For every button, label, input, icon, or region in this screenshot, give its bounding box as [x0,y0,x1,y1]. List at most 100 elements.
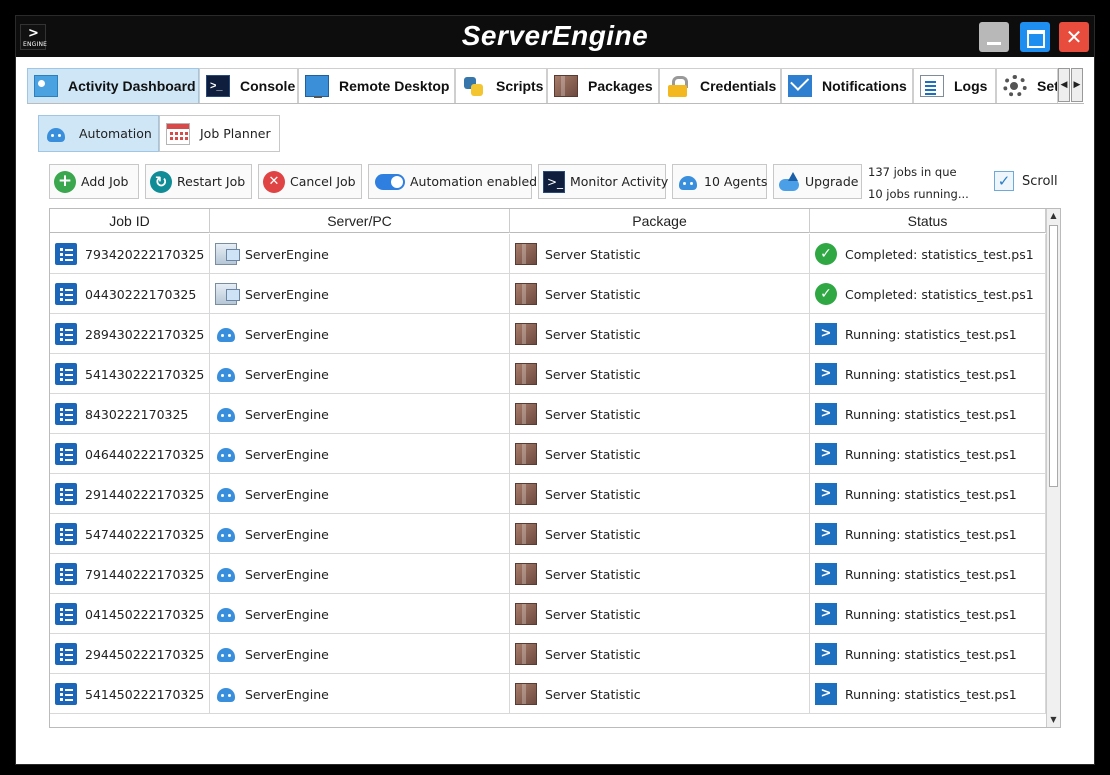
cell-job-id: 291440222170325 [50,474,210,514]
scroll-checkbox[interactable]: ✓ [994,171,1014,191]
minimize-button[interactable] [979,22,1009,52]
cell-package: Server Statistic [510,434,810,474]
package-text: Server Statistic [545,246,641,262]
cell-job-id: 294450222170325 [50,634,210,674]
table-row[interactable]: 291440222170325 ServerEngine Server Statis… [50,474,1046,514]
tab-logs[interactable]: Logs [913,68,996,103]
package-icon [515,323,537,345]
job-id-text: 041450222170325 [85,606,205,622]
tab-credentials[interactable]: Credentials [659,68,781,103]
cell-server: ServerEngine [210,394,510,434]
table-row[interactable]: 791440222170325 ServerEngine Server Statis… [50,554,1046,594]
tab-label: Console [240,78,296,94]
job-list-icon [55,523,77,545]
cell-package: Server Statistic [510,394,810,434]
jobs-queued-status: 137 jobs in que [868,165,957,179]
job-list-icon [55,683,77,705]
agents-button[interactable]: 10 Agents [672,164,767,199]
tab-label: Remote Desktop [339,78,450,94]
cell-status: > Running: statistics_test.ps1 [810,354,1046,394]
scroll-down-arrow-icon[interactable]: ▼ [1047,713,1060,727]
add-job-button[interactable]: + Add Job [49,164,139,199]
package-icon [515,283,537,305]
restart-job-button[interactable]: ↻ Restart Job [145,164,252,199]
robot-icon [215,643,237,665]
cell-job-id: 04430222170325 [50,274,210,314]
scrollbar-thumb[interactable] [1049,225,1058,487]
maximize-button[interactable] [1020,22,1050,52]
tab-remote-desktop[interactable]: Remote Desktop [298,68,455,103]
check-icon: ✓ [815,243,837,265]
server-text: ServerEngine [245,366,329,382]
cell-status: ✓ Completed: statistics_test.ps1 [810,274,1046,314]
cell-status: > Running: statistics_test.ps1 [810,674,1046,714]
monitor-activity-button[interactable]: >_ Monitor Activity [538,164,669,199]
monitor-icon: >_ [543,170,565,193]
robot-icon [45,123,71,145]
server-text: ServerEngine [245,286,329,302]
package-icon [515,363,537,385]
cell-server: ServerEngine [210,594,510,634]
server-icon [215,283,240,305]
server-text: ServerEngine [245,686,329,702]
column-header-server[interactable]: Server/PC [210,209,510,233]
table-row[interactable]: 541450222170325 ServerEngine Server Statis… [50,674,1046,714]
logs-icon [920,75,944,97]
column-header-job-id[interactable]: Job ID [50,209,210,233]
job-id-text: 8430222170325 [85,406,189,422]
job-id-text: 04430222170325 [85,286,197,302]
tab-activity-dashboard[interactable]: Activity Dashboard [27,68,199,103]
table-row[interactable]: 294450222170325 ServerEngine Server Statis… [50,634,1046,674]
cell-job-id: 289430222170325 [50,314,210,354]
cell-job-id: 547440222170325 [50,514,210,554]
monitor-activity-label: Monitor Activity [570,174,669,189]
status-text: Completed: statistics_test.ps1 [845,246,1034,262]
column-header-package[interactable]: Package [510,209,810,233]
cell-server: ServerEngine [210,314,510,354]
table-row[interactable]: 793420222170325 ServerEngine Server Statis… [50,234,1046,274]
tab-notifications[interactable]: Notifications [781,68,913,103]
status-text: Running: statistics_test.ps1 [845,446,1017,462]
cell-job-id: 541430222170325 [50,354,210,394]
tab-scroll-left-button[interactable]: ◀ [1058,68,1070,102]
upgrade-button[interactable]: Upgrade [773,164,862,199]
job-list-icon [55,243,77,265]
grid-scrollbar[interactable]: ▲ ▼ [1046,209,1060,727]
package-text: Server Statistic [545,606,641,622]
tab-scroll-right-button[interactable]: ▶ [1071,68,1083,102]
table-row[interactable]: 041450222170325 ServerEngine Server Statis… [50,594,1046,634]
package-text: Server Statistic [545,406,641,422]
cell-job-id: 046440222170325 [50,434,210,474]
check-icon: ✓ [815,283,837,305]
column-header-status[interactable]: Status [810,209,1046,233]
tab-console[interactable]: >_ Console [199,68,298,103]
subtab-job-planner[interactable]: Job Planner [159,115,280,152]
automation-toggle[interactable]: Automation enabled [368,164,537,199]
upgrade-label: Upgrade [805,174,859,189]
server-text: ServerEngine [245,526,329,542]
close-button[interactable]: ✕ [1059,22,1089,52]
title-bar[interactable]: > ENGINE ServerEngine ✕ [16,16,1094,57]
cell-package: Server Statistic [510,634,810,674]
tab-packages[interactable]: Packages [547,68,659,103]
table-row[interactable]: 046440222170325 ServerEngine Server Statis… [50,434,1046,474]
scroll-up-arrow-icon[interactable]: ▲ [1047,209,1060,223]
job-id-text: 289430222170325 [85,326,205,342]
server-text: ServerEngine [245,406,329,422]
table-row[interactable]: 04430222170325 ServerEngine Server Statist… [50,274,1046,314]
cancel-job-button[interactable]: ✕ Cancel Job [258,164,362,199]
tab-scripts[interactable]: Scripts [455,68,547,103]
cell-server: ServerEngine [210,674,510,714]
table-row[interactable]: 541430222170325 ServerEngine Server Statis… [50,354,1046,394]
cell-status: > Running: statistics_test.ps1 [810,634,1046,674]
tab-settings[interactable]: Settings [996,68,1058,103]
table-row[interactable]: 289430222170325 ServerEngine Server Statis… [50,314,1046,354]
grid-header: Job ID Server/PC Package Status [50,209,1046,233]
table-row[interactable]: 8430222170325 ServerEngine Server Statisti… [50,394,1046,434]
status-text: Running: statistics_test.ps1 [845,526,1017,542]
scroll-checkbox-label: Scroll [1022,174,1058,189]
job-id-text: 547440222170325 [85,526,205,542]
robot-icon [215,603,237,625]
table-row[interactable]: 547440222170325 ServerEngine Server Statis… [50,514,1046,554]
subtab-automation[interactable]: Automation [38,115,159,152]
